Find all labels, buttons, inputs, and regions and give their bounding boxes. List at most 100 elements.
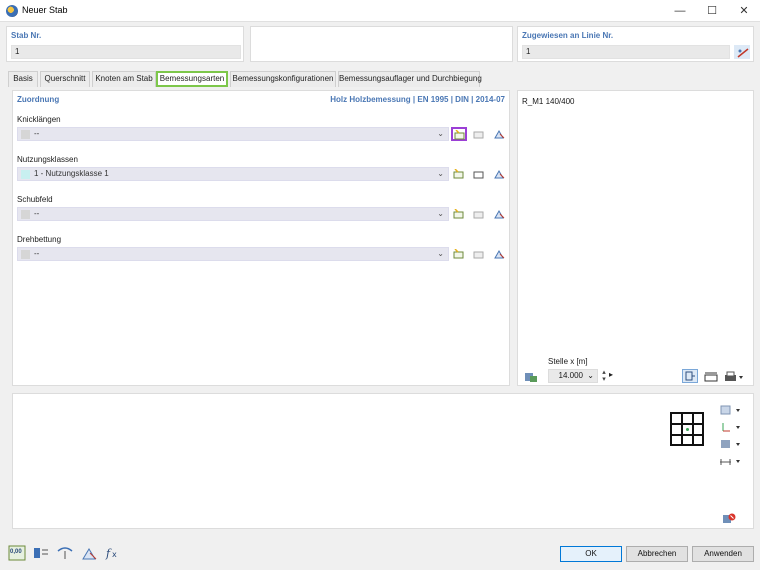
print-button[interactable] <box>722 369 744 383</box>
assignment-panel: Zuordnung Holz Holzbemessung | EN 1995 |… <box>12 90 510 386</box>
delete-knicklaengen-button[interactable] <box>491 127 507 141</box>
load-button[interactable] <box>56 545 74 561</box>
drehbettung-select[interactable]: -- ⌄ <box>17 247 449 261</box>
stelle-select[interactable]: 14.000 ⌄ <box>548 369 598 383</box>
section-label-nutzungsklassen: Nutzungsklassen <box>17 155 78 164</box>
section-preview-panel: R_M1 140/400 Stelle x [m] 14.000 ⌄ ▴ ▾ ▸ <box>517 90 754 386</box>
formula-icon: fx <box>105 547 117 560</box>
chevron-down-icon: ⌄ <box>437 249 444 258</box>
ok-button[interactable]: OK <box>560 546 622 562</box>
render-mode-button[interactable] <box>717 436 743 450</box>
edit-item-icon <box>473 131 484 139</box>
delete-nutzungsklassen-button[interactable] <box>491 167 507 181</box>
dimension-icon <box>704 372 718 382</box>
support-button[interactable] <box>80 545 98 561</box>
chevron-down-icon: ⌄ <box>437 209 444 218</box>
color-swatch <box>21 130 30 139</box>
edit-item-icon <box>473 171 484 179</box>
apply-button[interactable]: Anwenden <box>692 546 754 562</box>
new-item-icon <box>453 209 464 219</box>
pick-line-button[interactable] <box>734 45 750 59</box>
tab-bemessungsauflager[interactable]: Bemessungsauflager und Durchbiegung <box>338 71 482 87</box>
svg-text:x: x <box>112 550 117 559</box>
new-schubfeld-button[interactable] <box>451 207 467 221</box>
tab-knoten-am-stab[interactable]: Knoten am Stab <box>92 71 156 87</box>
new-drehbettung-button[interactable] <box>451 247 467 261</box>
next-position-icon[interactable]: ▸ <box>609 370 613 379</box>
comment-panel <box>250 26 513 62</box>
new-item-icon <box>453 249 464 259</box>
section-info-button[interactable] <box>32 545 50 561</box>
section-label-schubfeld: Schubfeld <box>17 195 53 204</box>
reset-view-button[interactable] <box>720 510 736 524</box>
stelle-spinner[interactable]: ▴ ▾ <box>600 369 608 383</box>
stab-nr-panel: Stab Nr. 1 <box>6 26 244 62</box>
nutzungsklassen-value: 1 - Nutzungsklasse 1 <box>34 169 109 178</box>
units-label: 0,00 <box>10 549 22 555</box>
units-button[interactable]: 0,00 <box>8 545 26 561</box>
new-nutzungsklassen-button[interactable] <box>451 167 467 181</box>
linie-field: 1 <box>522 45 730 59</box>
standard-label: Holz Holzbemessung | EN 1995 | DIN | 201… <box>330 95 505 104</box>
view-cube-icon[interactable] <box>670 412 704 446</box>
svg-text:f: f <box>105 547 112 560</box>
edit-schubfeld-button[interactable] <box>471 207 487 221</box>
edit-drehbettung-button[interactable] <box>471 247 487 261</box>
dimension-button[interactable] <box>702 369 718 383</box>
schubfeld-select[interactable]: -- ⌄ <box>17 207 449 221</box>
new-item-icon <box>454 130 465 140</box>
stelle-value: 14.000 <box>558 371 583 380</box>
section-label-knicklaengen: Knicklängen <box>17 115 61 124</box>
new-knicklaengen-button[interactable] <box>451 127 467 141</box>
render-icon <box>721 440 740 448</box>
nutzungsklassen-select[interactable]: 1 - Nutzungsklasse 1 ⌄ <box>17 167 449 181</box>
section-view-button[interactable] <box>522 369 538 383</box>
stab-nr-field: 1 <box>11 45 241 59</box>
edit-nutzungsklassen-button[interactable] <box>471 167 487 181</box>
delete-item-icon <box>494 169 505 179</box>
knicklaengen-select[interactable]: -- ⌄ <box>17 127 449 141</box>
display-settings-button[interactable] <box>682 369 698 383</box>
app-icon <box>6 5 18 17</box>
display-settings-icon <box>685 371 695 381</box>
formula-button[interactable]: fx <box>104 545 122 561</box>
delete-item-icon <box>494 209 505 219</box>
dimension-settings-button[interactable] <box>717 453 743 467</box>
minimize-button[interactable]: — <box>664 0 696 22</box>
cancel-button[interactable]: Abbrechen <box>626 546 688 562</box>
knicklaengen-value: -- <box>34 129 40 138</box>
edit-item-icon <box>473 251 484 259</box>
linie-label: Zugewiesen an Linie Nr. <box>522 31 614 40</box>
chevron-down-icon: ⌄ <box>437 129 444 138</box>
close-button[interactable]: ✕ <box>728 0 760 22</box>
pick-line-icon <box>737 48 749 58</box>
color-swatch <box>21 250 30 259</box>
stab-nr-label: Stab Nr. <box>11 31 42 40</box>
schubfeld-value: -- <box>34 209 40 218</box>
delete-drehbettung-button[interactable] <box>491 247 507 261</box>
delete-item-icon <box>494 249 505 259</box>
tab-basis[interactable]: Basis <box>8 71 38 87</box>
assignment-heading: Zuordnung <box>17 95 60 104</box>
tab-bemessungsarten[interactable]: Bemessungsarten <box>156 71 228 87</box>
dimension-line-icon <box>720 459 740 465</box>
tab-bemessungskonfigurationen[interactable]: Bemessungskonfigurationen <box>230 71 336 87</box>
delete-schubfeld-button[interactable] <box>491 207 507 221</box>
reset-view-icon <box>723 513 736 523</box>
edit-knicklaengen-button[interactable] <box>471 127 487 141</box>
3d-view-button[interactable] <box>717 402 743 416</box>
stelle-label: Stelle x [m] <box>548 357 588 366</box>
cube-icon <box>720 405 740 415</box>
section-label-drehbettung: Drehbettung <box>17 235 62 244</box>
maximize-button[interactable]: ☐ <box>696 0 728 22</box>
color-swatch <box>21 210 30 219</box>
chevron-down-icon: ⌄ <box>587 371 594 380</box>
axis-button[interactable] <box>717 419 743 433</box>
section-view-icon <box>525 373 537 382</box>
load-icon <box>57 547 73 559</box>
delete-item-icon <box>494 129 505 139</box>
linie-panel: Zugewiesen an Linie Nr. 1 <box>517 26 754 62</box>
title-bar: Neuer Stab — ☐ ✕ <box>0 0 760 22</box>
chevron-down-icon: ⌄ <box>437 169 444 178</box>
tab-querschnitt[interactable]: Querschnitt <box>40 71 90 87</box>
